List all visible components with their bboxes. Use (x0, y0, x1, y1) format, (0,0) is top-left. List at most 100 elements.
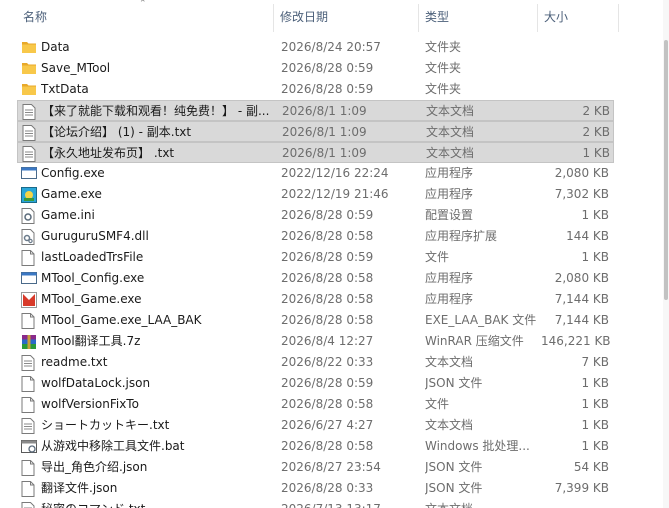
file-type: 文件 (425, 250, 450, 264)
column-header-date[interactable]: 修改日期 (274, 0, 418, 36)
file-size: 1 KB (581, 397, 609, 411)
file-modified-date: 2026/6/27 4:27 (281, 418, 374, 432)
file-type: 配置设置 (425, 208, 474, 222)
file-type: 文本文档 (425, 355, 474, 369)
file-type: 文本文档 (426, 104, 475, 118)
file-modified-date: 2026/8/28 0:59 (281, 61, 374, 75)
file-size: 2,080 KB (554, 271, 609, 285)
file-name: 秘密のコマンド.txt (41, 499, 278, 508)
file-size: 1 KB (581, 418, 609, 432)
file-type: 文本文档 (426, 146, 475, 160)
file-row[interactable]: TxtData 2026/8/28 0:59 文件夹 (17, 79, 614, 100)
winrar-archive-icon (21, 334, 37, 349)
folder-icon (21, 82, 37, 97)
file-size: 2,080 KB (554, 166, 609, 180)
file-row[interactable]: 【论坛介绍】 (1) - 副本.txt 2026/8/1 1:09 文本文档 2 KB (17, 121, 614, 142)
column-header-type[interactable]: 类型 (419, 0, 537, 36)
file-type: 文件夹 (425, 40, 462, 54)
file-row[interactable]: GuruguruSMF4.dll 2026/8/28 0:58 应用程序扩展 144 … (17, 226, 614, 247)
file-name: readme.txt (41, 355, 108, 369)
file-name: 【永久地址发布页】 .txt (42, 146, 175, 160)
file-name: ショートカットキー.txt (41, 418, 170, 432)
file-type: EXE_LAA_BAK 文件 (425, 313, 537, 327)
file-type: JSON 文件 (425, 376, 483, 390)
file-size: 1 KB (581, 250, 609, 264)
column-header-size[interactable]: 大小 (538, 0, 618, 36)
file-row[interactable]: MTool翻译工具.7z 2026/8/4 12:27 WinRAR 压缩文件 146… (17, 331, 614, 352)
file-row[interactable]: lastLoadedTrsFile 2026/8/28 0:59 文件 1 KB (17, 247, 614, 268)
file-row[interactable]: readme.txt 2026/8/22 0:33 文本文档 7 KB (17, 352, 614, 373)
column-divider[interactable] (618, 4, 619, 32)
file-type: 应用程序 (425, 187, 474, 201)
file-modified-date: 2022/12/16 22:24 (281, 166, 389, 180)
file-type: 文件夹 (425, 82, 462, 96)
file-row[interactable]: MTool_Game.exe_LAA_BAK 2026/8/28 0:58 EXE_… (17, 310, 614, 331)
config-gear-icon (21, 208, 37, 224)
file-modified-date: 2026/8/24 20:57 (281, 40, 381, 54)
vertical-scrollbar[interactable] (663, 0, 669, 508)
file-name: 【来了就能下载和观看！纯免费！】 - 副... (42, 104, 270, 118)
file-modified-date: 2026/8/1 1:09 (282, 104, 367, 118)
file-row[interactable]: wolfVersionFixTo 2026/8/28 0:58 文件 1 KB (17, 394, 614, 415)
file-size: 1 KB (582, 146, 610, 160)
file-type: JSON 文件 (425, 460, 483, 474)
file-modified-date: 2026/8/22 0:33 (281, 355, 374, 369)
file-size (541, 37, 612, 58)
file-name: MTool_Game.exe_LAA_BAK (41, 313, 202, 327)
file-size: 146,221 KB (541, 334, 611, 348)
text-file-icon (21, 418, 37, 434)
file-row[interactable]: 从游戏中移除工具文件.bat 2026/8/28 0:58 Windows 批处理.… (17, 436, 614, 457)
file-name: MTool_Game.exe (41, 292, 142, 306)
file-name: lastLoadedTrsFile (41, 250, 144, 264)
blank-file-icon (21, 397, 37, 413)
file-modified-date: 2026/8/28 0:33 (281, 481, 374, 495)
file-modified-date: 2026/8/4 12:27 (281, 334, 374, 348)
file-size: 7,144 KB (554, 292, 609, 306)
file-row[interactable]: 翻译文件.json 2026/8/28 0:33 JSON 文件 7,399 KB (17, 478, 614, 499)
file-name: MTool翻译工具.7z (41, 334, 141, 348)
file-modified-date: 2026/8/27 23:54 (281, 460, 381, 474)
file-modified-date: 2026/8/28 0:58 (281, 439, 374, 453)
file-row[interactable]: 【永久地址发布页】 .txt 2026/8/1 1:09 文本文档 1 KB (17, 142, 614, 163)
file-row[interactable]: MTool_Game.exe 2026/8/28 0:58 应用程序 7,144 KB (17, 289, 614, 310)
folder-icon (21, 61, 37, 76)
file-row[interactable]: MTool_Config.exe 2026/8/28 0:58 应用程序 2,080 … (17, 268, 614, 289)
file-row[interactable]: ショートカットキー.txt 2026/6/27 4:27 文本文档 1 KB (17, 415, 614, 436)
file-row[interactable]: Config.exe 2022/12/16 22:24 应用程序 2,080 KB (17, 163, 614, 184)
file-name: GuruguruSMF4.dll (41, 229, 149, 243)
file-size (541, 58, 612, 79)
game-app-icon (21, 187, 37, 203)
file-row[interactable]: 导出_角色介绍.json 2026/8/27 23:54 JSON 文件 54 KB (17, 457, 614, 478)
file-modified-date: 2026/8/28 0:59 (281, 250, 374, 264)
file-row[interactable]: 秘密のコマンド.txt2026/7/13 13:17 文本文档 (17, 499, 614, 508)
text-file-icon (22, 104, 38, 120)
file-name: 从游戏中移除工具文件.bat (41, 439, 185, 453)
file-row[interactable]: wolfDataLock.json 2026/8/28 0:59 JSON 文件 1 … (17, 373, 614, 394)
scrollbar-thumb[interactable] (664, 40, 668, 300)
file-row[interactable]: Game.exe 2022/12/19 21:46 应用程序 7,302 KB (17, 184, 614, 205)
file-type: 应用程序 (425, 271, 474, 285)
folder-icon (21, 40, 37, 55)
column-header-name[interactable]: 名称 (17, 0, 273, 36)
file-modified-date: 2026/8/28 0:58 (281, 397, 374, 411)
file-size (541, 79, 612, 100)
file-type: JSON 文件 (425, 481, 483, 495)
file-name: 翻译文件.json (41, 481, 118, 495)
file-modified-date: 2026/8/28 0:59 (281, 376, 374, 390)
file-size: 7,399 KB (554, 481, 609, 495)
file-name: 【论坛介绍】 (1) - 副本.txt (42, 125, 192, 139)
file-name: TxtData (41, 82, 89, 96)
file-modified-date: 2026/8/28 0:58 (281, 229, 374, 243)
file-row[interactable]: Game.ini 2026/8/28 0:59 配置设置 1 KB (17, 205, 614, 226)
file-modified-date: 2026/8/28 0:59 (281, 208, 374, 222)
file-row[interactable]: 【来了就能下载和观看！纯免费！】 - 副... 2026/8/1 1:09 文本文档… (17, 100, 614, 121)
text-file-icon (22, 125, 38, 141)
file-row[interactable]: Save_MTool 2026/8/28 0:59 文件夹 (17, 58, 614, 79)
blank-file-icon (21, 376, 37, 392)
file-modified-date: 2026/8/28 0:58 (281, 292, 374, 306)
file-modified-date: 2026/7/13 13:17 (281, 499, 421, 508)
file-row[interactable]: Data 2026/8/24 20:57 文件夹 (17, 37, 614, 58)
app-window-icon (21, 166, 37, 181)
blank-file-icon (21, 460, 37, 476)
file-name: Config.exe (41, 166, 105, 180)
